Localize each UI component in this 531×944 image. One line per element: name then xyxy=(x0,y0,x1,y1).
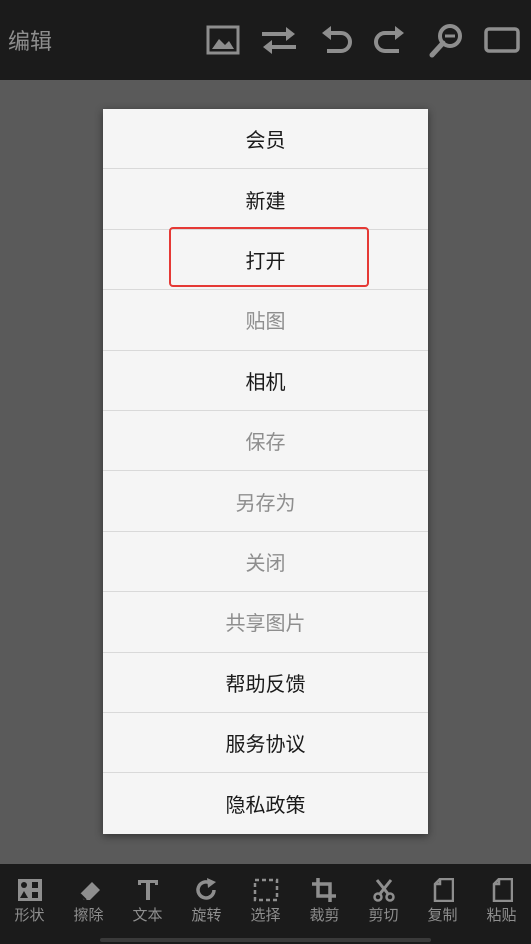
tool-eraser[interactable]: 擦除 xyxy=(59,864,118,940)
menu-item-close[interactable]: 关闭 xyxy=(103,532,428,593)
canvas-frame-icon[interactable] xyxy=(482,20,522,60)
tool-label: 擦除 xyxy=(73,906,104,924)
tool-label: 复制 xyxy=(427,906,458,924)
tool-shapes[interactable]: 形状 xyxy=(0,864,59,940)
image-icon[interactable] xyxy=(203,20,243,60)
menu-item-help-feedback[interactable]: 帮助反馈 xyxy=(103,653,428,713)
menu-item-new[interactable]: 新建 xyxy=(103,169,428,230)
menu-item-save-as[interactable]: 另存为 xyxy=(103,471,428,532)
swap-icon[interactable] xyxy=(259,20,299,60)
tool-label: 形状 xyxy=(14,906,45,924)
menu-item-open[interactable]: 打开 xyxy=(103,230,428,291)
tool-crop[interactable]: 裁剪 xyxy=(295,864,354,940)
menu-item-save[interactable]: 保存 xyxy=(103,411,428,472)
tool-paste[interactable]: 粘贴 xyxy=(472,864,531,940)
menu-item-membership[interactable]: 会员 xyxy=(103,109,428,170)
menu-item-paste-image[interactable]: 贴图 xyxy=(103,290,428,351)
menu-item-share-image[interactable]: 共享图片 xyxy=(103,592,428,653)
tool-label: 旋转 xyxy=(191,906,222,924)
selection-icon xyxy=(253,878,278,902)
shapes-icon xyxy=(17,879,42,901)
app-title: 编辑 xyxy=(8,30,53,55)
tool-copy[interactable]: 复制 xyxy=(413,864,472,940)
paste-icon xyxy=(492,878,513,902)
gesture-bar xyxy=(100,938,431,942)
tool-label: 剪切 xyxy=(368,906,399,924)
tool-label: 选择 xyxy=(250,906,281,924)
tool-label: 裁剪 xyxy=(309,906,340,924)
menu-item-camera[interactable]: 相机 xyxy=(103,351,428,411)
zoom-icon[interactable] xyxy=(427,20,467,60)
scissors-icon xyxy=(372,879,395,902)
bottom-toolbar: 形状 擦除 文本 旋转 选择 裁剪 剪切 复制 粘贴 xyxy=(0,864,531,944)
tool-label: 粘贴 xyxy=(486,906,517,924)
tool-text[interactable]: 文本 xyxy=(118,864,177,940)
top-app-bar: 编辑 xyxy=(0,0,531,80)
undo-icon[interactable] xyxy=(316,20,356,60)
crop-icon xyxy=(311,878,336,902)
tool-cut[interactable]: 剪切 xyxy=(354,864,413,940)
text-icon xyxy=(137,880,158,900)
eraser-icon xyxy=(78,882,100,901)
copy-icon xyxy=(433,878,454,902)
tool-select[interactable]: 选择 xyxy=(236,864,295,940)
main-menu: 会员 新建 打开 贴图 相机 保存 另存为 关闭 共享图片 帮助反馈 服务协议 … xyxy=(103,109,428,834)
redo-icon[interactable] xyxy=(370,20,410,60)
rotate-icon xyxy=(195,878,216,900)
tool-rotate[interactable]: 旋转 xyxy=(177,864,236,940)
menu-item-terms-of-service[interactable]: 服务协议 xyxy=(103,713,428,774)
tool-label: 文本 xyxy=(132,906,163,924)
menu-item-privacy-policy[interactable]: 隐私政策 xyxy=(103,773,428,833)
